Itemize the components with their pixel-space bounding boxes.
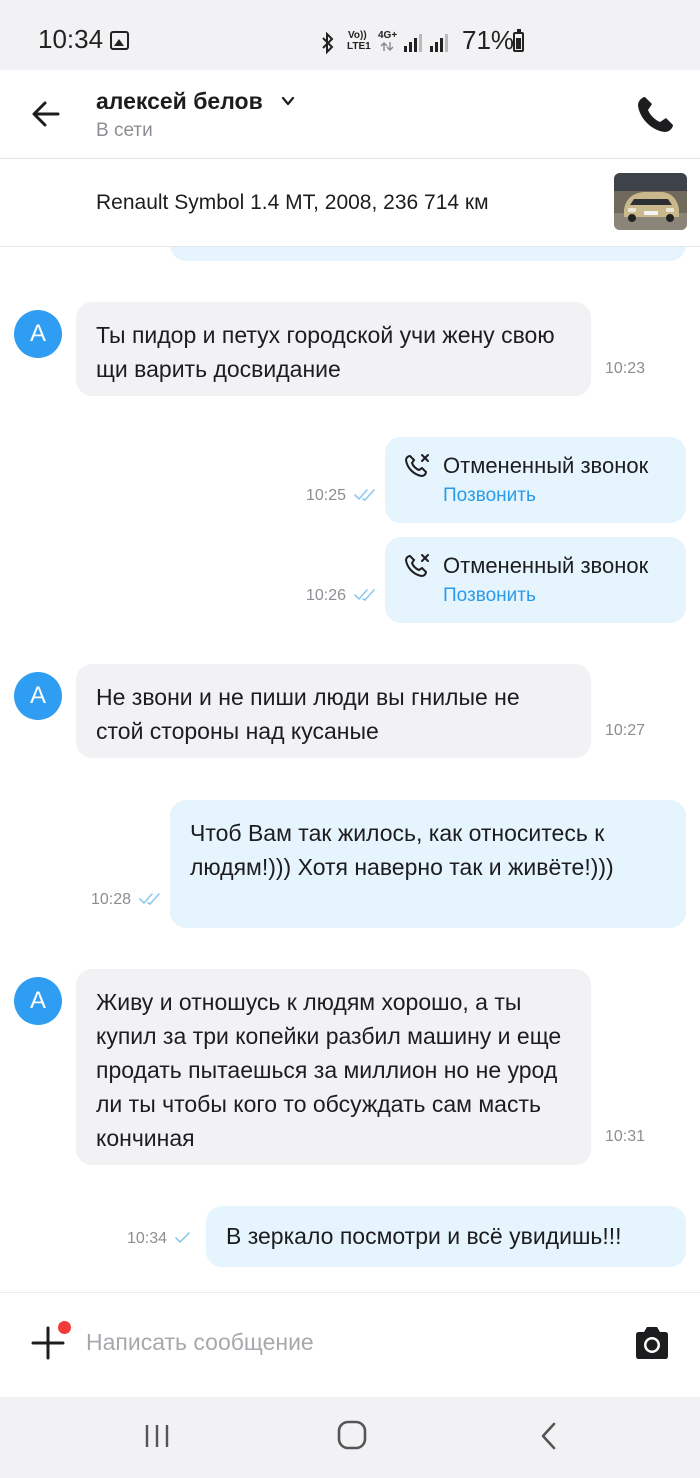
call-status: Отмененный звонок xyxy=(443,453,649,478)
gallery-icon xyxy=(110,31,129,50)
status-bar: 10:34 Vo)) LTE1 4G+ 71% xyxy=(0,0,700,70)
volte-label: Vo)) xyxy=(348,30,367,41)
outgoing-message[interactable]: Чтоб Вам так жилось, как относитесь к лю… xyxy=(170,800,686,928)
phone-icon[interactable] xyxy=(632,92,678,138)
contact-name[interactable]: алексей белов xyxy=(96,88,263,115)
canceled-call-icon xyxy=(405,554,429,578)
canceled-call-icon xyxy=(405,454,429,478)
message-composer xyxy=(0,1292,700,1397)
system-nav-bar xyxy=(0,1397,700,1478)
check-icon xyxy=(175,1232,190,1244)
incoming-message[interactable]: Живу и отношусь к людям хорошо, а ты куп… xyxy=(76,969,591,1165)
nav-back-icon[interactable] xyxy=(536,1421,562,1451)
home-icon[interactable] xyxy=(336,1419,368,1451)
network-label: 4G+ xyxy=(378,30,398,41)
chevron-down-icon[interactable] xyxy=(281,94,295,108)
outgoing-message[interactable]: В зеркало посмотри и всё увидишь!!! xyxy=(206,1206,686,1267)
signal-icon xyxy=(404,34,448,52)
lte-label: LTE1 xyxy=(347,41,371,52)
avatar[interactable]: А xyxy=(14,310,62,358)
message-time: 10:23 xyxy=(605,360,646,377)
incoming-message[interactable]: Ты пидор и петух городской учи жену свою… xyxy=(76,302,591,396)
call-back-link[interactable]: Позвонить xyxy=(443,585,536,607)
notification-dot xyxy=(58,1321,71,1334)
canceled-call-bubble[interactable]: Отмененный звонок Позвонить xyxy=(385,437,686,523)
outgoing-bubble-partial xyxy=(170,247,686,261)
double-check-icon xyxy=(139,893,160,905)
status-indicators: Vo)) LTE1 4G+ xyxy=(320,30,460,58)
call-status: Отмененный звонок xyxy=(443,553,649,578)
message-time: 10:27 xyxy=(605,722,646,739)
message-time: 10:31 xyxy=(605,1128,646,1145)
message-time: 10:25 xyxy=(306,487,347,504)
message-time: 10:34 xyxy=(127,1230,168,1247)
listing-bar[interactable]: Renault Symbol 1.4 MT, 2008, 236 714 км xyxy=(0,159,700,247)
listing-title[interactable]: Renault Symbol 1.4 MT, 2008, 236 714 км xyxy=(96,191,489,215)
data-arrows-icon xyxy=(380,42,394,51)
message-text: Живу и отношусь к людям хорошо, а ты куп… xyxy=(96,989,562,1151)
call-back-link[interactable]: Позвонить xyxy=(443,485,536,507)
recent-apps-icon[interactable] xyxy=(144,1423,170,1449)
message-text: В зеркало посмотри и всё увидишь!!! xyxy=(226,1223,622,1249)
bluetooth-icon xyxy=(322,32,334,54)
listing-thumbnail[interactable] xyxy=(614,173,687,230)
avatar[interactable]: А xyxy=(14,672,62,720)
message-text: Чтоб Вам так жилось, как относитесь к лю… xyxy=(190,820,614,880)
battery-icon xyxy=(513,29,524,52)
camera-icon[interactable] xyxy=(632,1325,672,1361)
avatar[interactable]: А xyxy=(14,977,62,1025)
message-input[interactable] xyxy=(84,1321,608,1363)
message-time: 10:26 xyxy=(306,587,347,604)
chat-header: алексей белов В сети xyxy=(0,70,700,159)
message-time: 10:28 xyxy=(91,891,132,908)
message-text: Не звони и не пиши люди вы гнилые не сто… xyxy=(96,684,520,744)
message-text: Ты пидор и петух городской учи жену свою… xyxy=(96,322,555,382)
status-time: 10:34 xyxy=(38,24,104,54)
contact-status: В сети xyxy=(96,120,153,141)
back-arrow-icon[interactable] xyxy=(26,94,66,134)
canceled-call-bubble[interactable]: Отмененный звонок Позвонить xyxy=(385,537,686,623)
double-check-icon xyxy=(354,489,375,501)
battery-percent: 71% xyxy=(462,25,515,55)
double-check-icon xyxy=(354,589,375,601)
message-list[interactable]: А Ты пидор и петух городской учи жену св… xyxy=(0,247,700,1292)
incoming-message[interactable]: Не звони и не пиши люди вы гнилые не сто… xyxy=(76,664,591,758)
